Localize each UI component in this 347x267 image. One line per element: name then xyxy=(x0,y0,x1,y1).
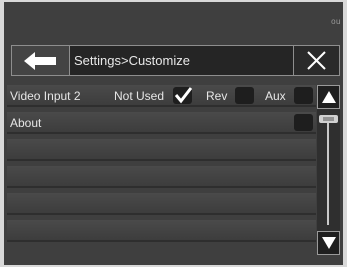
grip-lines-icon xyxy=(323,117,334,121)
list-item-about[interactable]: About xyxy=(7,112,316,134)
back-button[interactable] xyxy=(12,46,70,75)
close-button[interactable] xyxy=(293,46,339,75)
triangle-down-icon xyxy=(322,237,336,249)
list-item-empty xyxy=(7,220,316,242)
scroll-track[interactable] xyxy=(327,123,329,225)
checkmark-icon xyxy=(174,87,192,104)
list-item-empty xyxy=(7,193,316,215)
header-bar: Settings>Customize xyxy=(11,45,340,76)
corner-text: ou xyxy=(331,17,341,26)
list-item-empty xyxy=(7,166,316,188)
arrow-left-icon xyxy=(24,52,56,70)
settings-list: Video Input 2 Not Used Rev Aux About xyxy=(7,85,316,255)
device-screen: ou Settings>Customize Video Input 2 Not … xyxy=(4,2,343,265)
checkbox-about[interactable] xyxy=(294,114,313,131)
list-item-empty xyxy=(7,139,316,161)
checkbox-not-used[interactable] xyxy=(173,87,192,104)
breadcrumb: Settings>Customize xyxy=(74,53,190,68)
list-item-video-input-2: Video Input 2 Not Used Rev Aux xyxy=(7,85,316,107)
checkbox-aux[interactable] xyxy=(294,87,313,104)
scrollbar[interactable] xyxy=(317,85,340,255)
triangle-up-icon xyxy=(322,91,336,103)
close-icon xyxy=(307,51,326,70)
row-label: About xyxy=(10,116,42,130)
scroll-thumb[interactable] xyxy=(319,115,338,123)
scroll-up-button[interactable] xyxy=(317,85,340,109)
row-label: Video Input 2 xyxy=(10,89,81,103)
checkbox-rev[interactable] xyxy=(235,87,254,104)
option-label-rev: Rev xyxy=(206,89,228,103)
scroll-down-button[interactable] xyxy=(317,231,340,255)
option-label-aux: Aux xyxy=(265,89,286,103)
option-label-not-used: Not Used xyxy=(114,89,165,103)
